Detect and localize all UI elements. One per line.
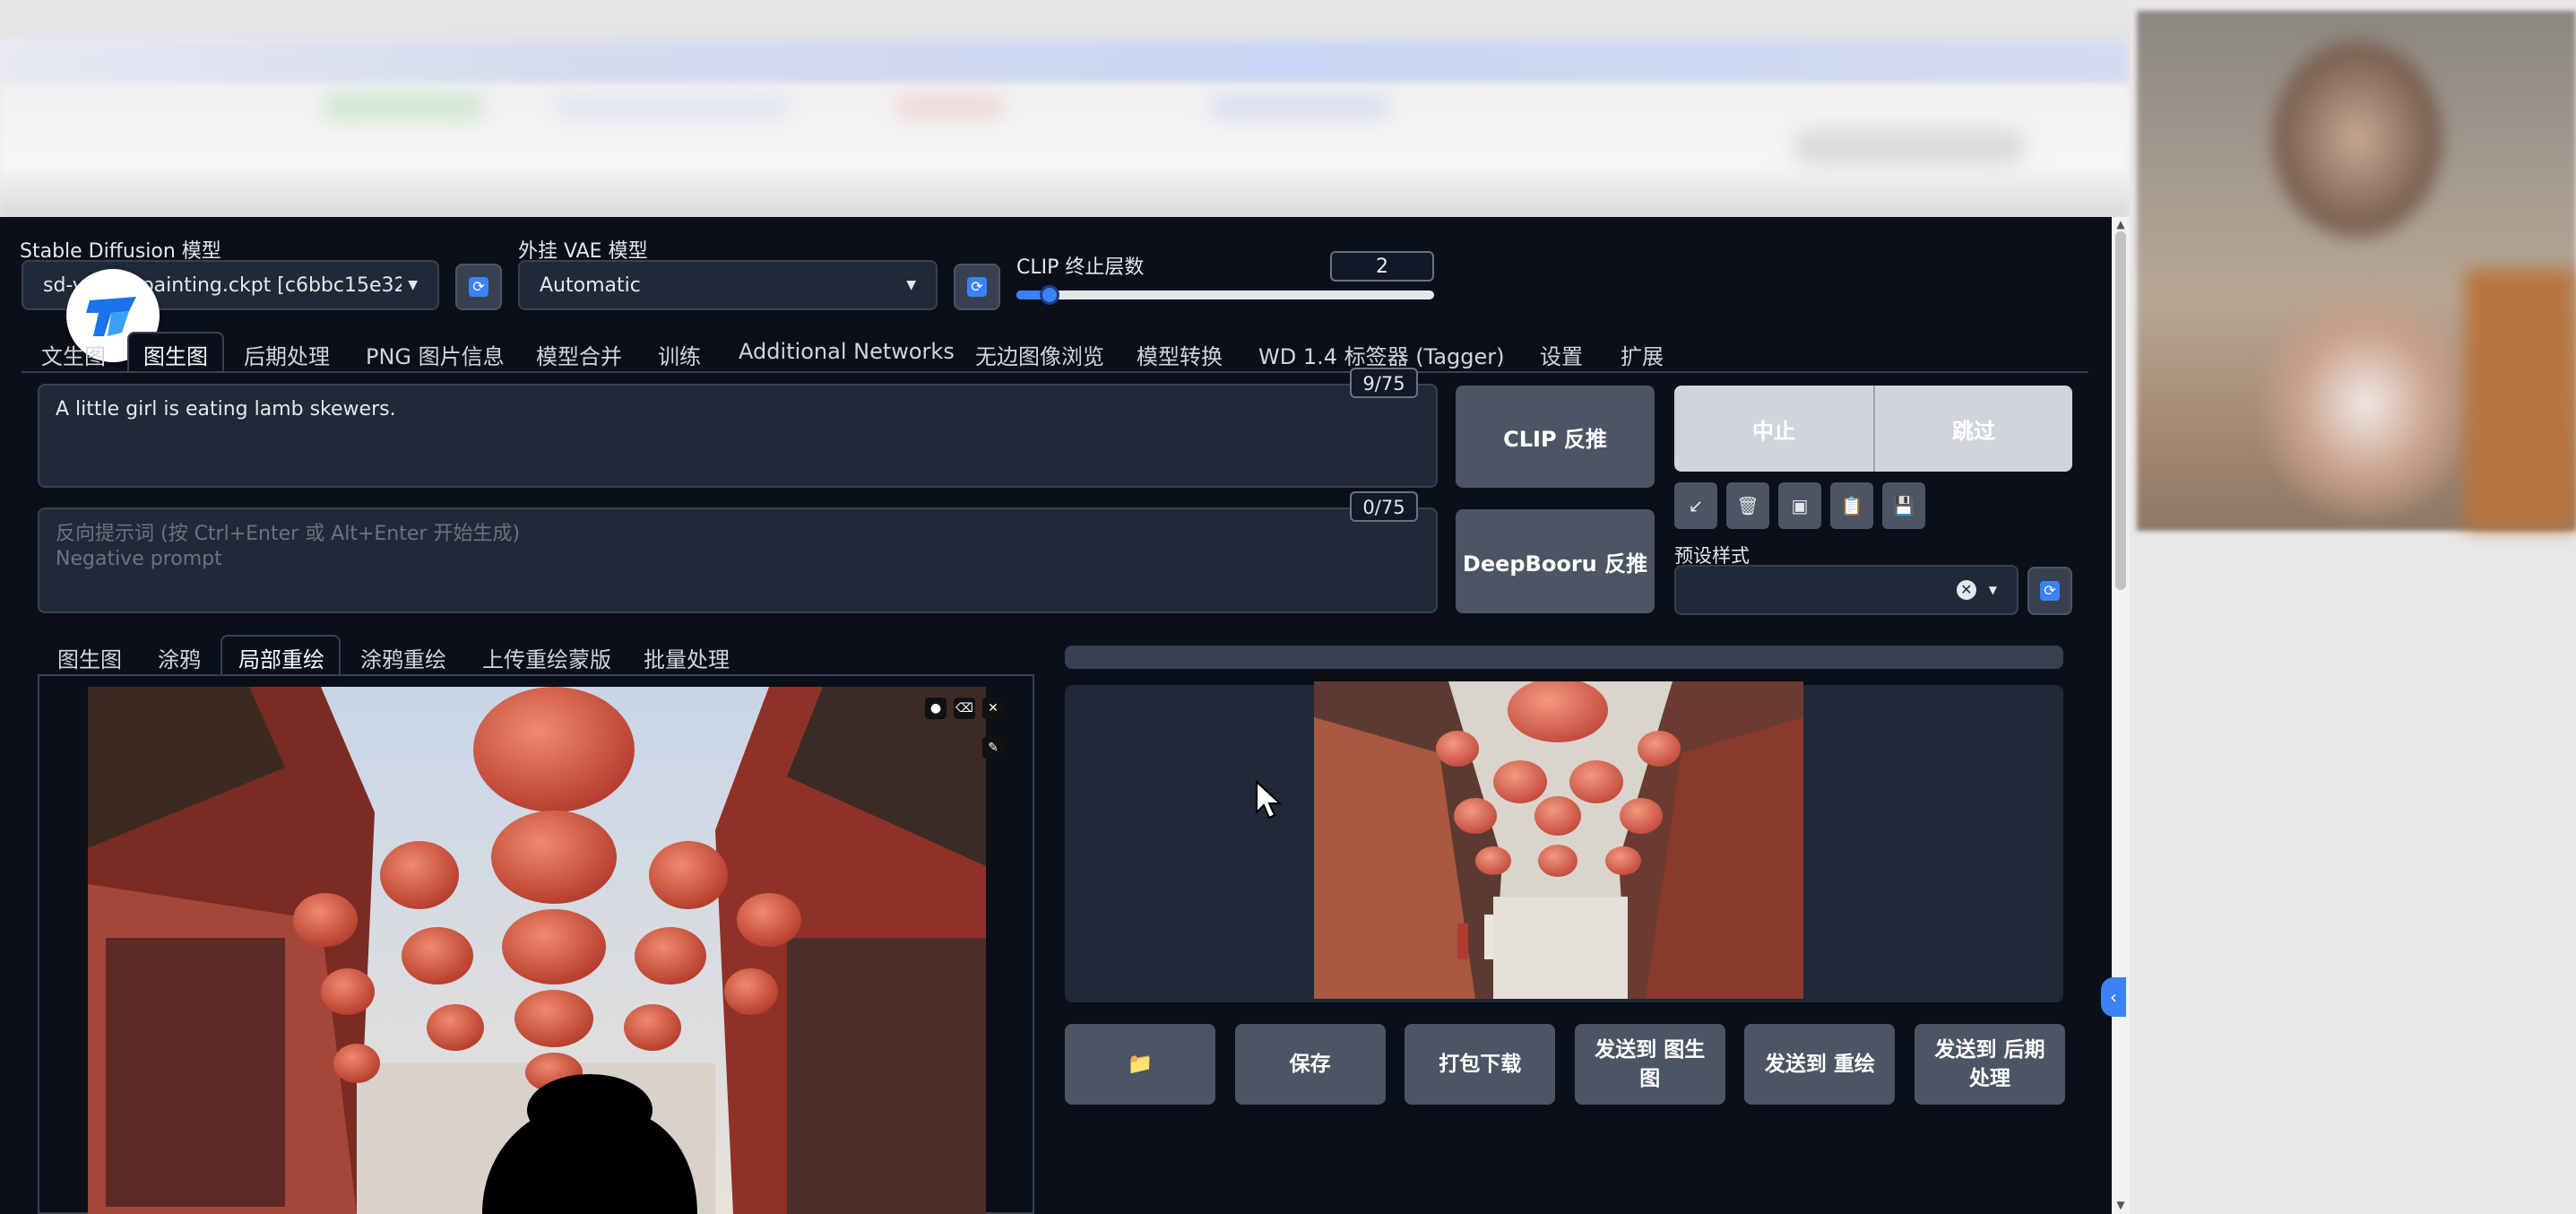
main-tab-0[interactable]: 文生图 [41, 339, 106, 370]
vae-dropdown[interactable]: Automatic ▼ [518, 260, 938, 310]
clear-icon[interactable]: ✕ [1956, 580, 1976, 600]
main-tab-8[interactable]: 模型转换 [1137, 339, 1223, 370]
skip-button[interactable]: 跳过 [1873, 386, 2072, 472]
trash-icon[interactable]: 🗑 [1726, 482, 1769, 529]
scroll-down-icon[interactable]: ▼ [2114, 1198, 2128, 1212]
refresh-icon: ⟳ [469, 277, 488, 297]
inpaint-canvas[interactable] [88, 687, 986, 1214]
progress-bar [1065, 646, 2063, 669]
tab-divider [22, 371, 2088, 373]
generated-image [1314, 681, 1803, 999]
negative-prompt-textarea[interactable]: 反向提示词 (按 Ctrl+Enter 或 Alt+Enter 开始生成) Ne… [38, 507, 1438, 613]
browser-bookmarks-bar [0, 39, 2130, 84]
save-button[interactable]: 保存 [1234, 1024, 1386, 1105]
clip-skip-slider[interactable] [1016, 285, 1434, 305]
browser-tabstrip [0, 0, 2130, 39]
sub-tab-2[interactable]: 局部重绘 [238, 642, 324, 673]
interrupt-button[interactable]: 中止 [1674, 386, 1873, 472]
vae-value: Automatic [540, 273, 641, 297]
prompt-text: A little girl is eating lamb skewers. [56, 398, 396, 421]
scrollbar-thumb[interactable] [2115, 231, 2126, 590]
arrow-icon[interactable]: ↙ [1674, 482, 1717, 529]
sub-tab-4[interactable]: 上传重绘蒙版 [482, 642, 611, 673]
refresh-model-button[interactable]: ⟳ [455, 264, 502, 310]
main-tab-1[interactable]: 图生图 [143, 339, 208, 370]
save-icon[interactable]: 💾 [1882, 482, 1925, 529]
negative-token-counter: 0/75 [1350, 491, 1418, 522]
brush-icon[interactable]: ● [925, 698, 947, 719]
deepbooru-interrogate-button[interactable]: DeepBooru 反推 [1456, 509, 1655, 613]
chevron-down-icon: ▼ [906, 278, 916, 292]
preset-styles-dropdown[interactable]: ✕ ▼ [1674, 565, 2018, 615]
main-tab-9[interactable]: WD 1.4 标签器 (Tagger) [1258, 339, 1505, 370]
main-tab-4[interactable]: 模型合并 [536, 339, 622, 370]
card-icon[interactable]: ▣ [1778, 482, 1821, 529]
clip-skip-label: CLIP 终止层数 [1016, 256, 1145, 279]
participant-video-1 [2268, 36, 2447, 242]
zip-download-button[interactable]: 打包下载 [1405, 1024, 1556, 1105]
sub-tab-5[interactable]: 批量处理 [644, 642, 730, 673]
close-icon[interactable]: ✕ [982, 698, 1004, 719]
sub-tab-0[interactable]: 图生图 [57, 642, 122, 673]
scroll-up-icon[interactable]: ▲ [2114, 217, 2128, 231]
clip-interrogate-button[interactable]: CLIP 反推 [1456, 386, 1655, 488]
video-background [2465, 269, 2576, 529]
brush-size-icon[interactable]: ✎ [982, 737, 1004, 759]
clip-skip-value[interactable]: 2 [1330, 251, 1434, 282]
refresh-vae-button[interactable]: ⟳ [954, 264, 1000, 310]
eraser-icon[interactable]: ⌫ [954, 698, 975, 719]
main-tab-11[interactable]: 扩展 [1621, 339, 1664, 370]
send-to-extras-button[interactable]: 发送到 后期处理 [1915, 1024, 2065, 1105]
mouse-cursor [1255, 779, 1283, 823]
sub-tab-3[interactable]: 涂鸦重绘 [360, 642, 446, 673]
browser-page-header [0, 84, 2130, 219]
prompt-token-counter: 9/75 [1350, 368, 1418, 398]
refresh-icon: ⟳ [2040, 581, 2060, 601]
send-to-img2img-button[interactable]: 发送到 图生图 [1574, 1024, 1725, 1105]
main-tab-10[interactable]: 设置 [1540, 339, 1583, 370]
send-to-inpaint-button[interactable]: 发送到 重绘 [1744, 1024, 1896, 1105]
open-folder-button[interactable]: 📁 [1065, 1024, 1215, 1105]
chevron-left-icon[interactable]: ‹ [2101, 977, 2126, 1017]
participant-video-2 [2259, 287, 2474, 520]
chevron-down-icon: ▼ [1988, 584, 1997, 596]
source-image [88, 687, 986, 1214]
main-tab-7[interactable]: 无边图像浏览 [975, 339, 1104, 370]
refresh-icon: ⟳ [967, 277, 987, 297]
output-image[interactable] [1314, 681, 1803, 999]
refresh-styles-button[interactable]: ⟳ [2027, 567, 2072, 615]
clipboard-icon[interactable]: 📋 [1830, 482, 1873, 529]
main-tab-2[interactable]: 后期处理 [244, 339, 330, 370]
sub-tab-1[interactable]: 涂鸦 [158, 642, 201, 673]
prompt-textarea[interactable]: A little girl is eating lamb skewers. [38, 384, 1438, 488]
main-tab-3[interactable]: PNG 图片信息 [366, 339, 505, 370]
chevron-down-icon: ▼ [408, 278, 418, 292]
main-tab-6[interactable]: Additional Networks [739, 339, 955, 364]
main-tab-5[interactable]: 训练 [658, 339, 701, 370]
